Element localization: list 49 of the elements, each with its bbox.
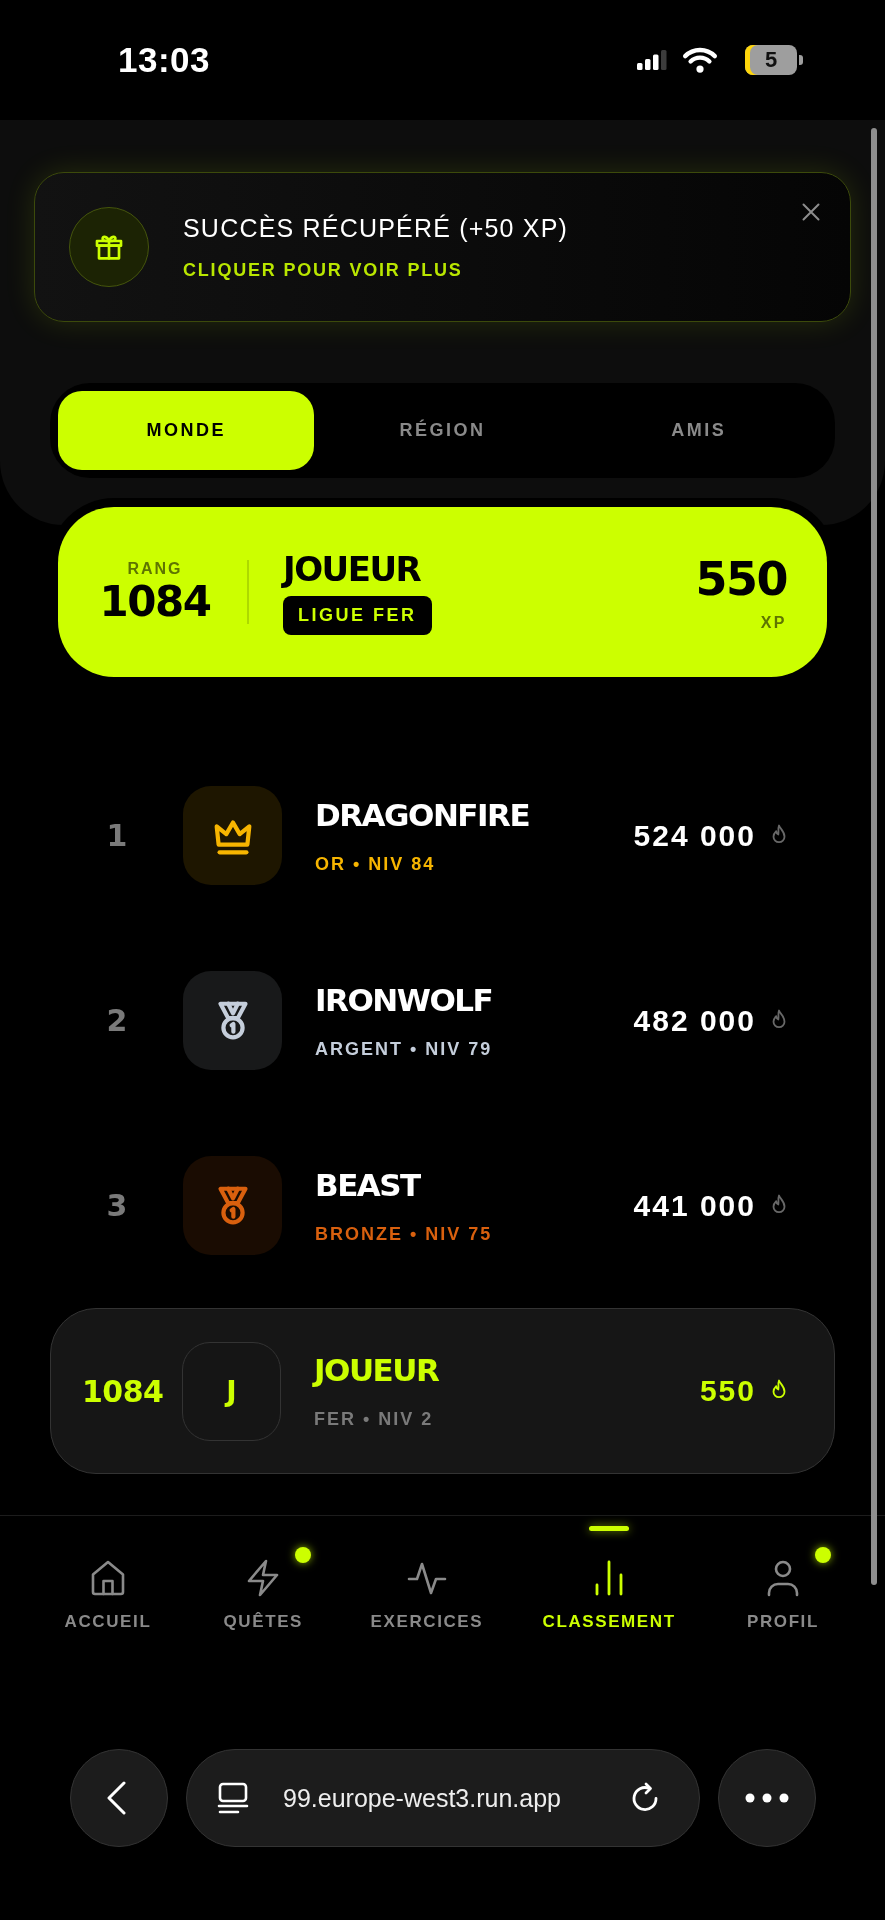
- scrollbar-thumb[interactable]: [871, 128, 877, 1585]
- crown-icon: [183, 786, 282, 885]
- rank-number: 1: [105, 818, 129, 853]
- more-icon: [745, 1793, 789, 1803]
- score-value: 524 000: [633, 818, 756, 853]
- xp-unit: XP: [760, 612, 787, 632]
- score-value: 482 000: [633, 1003, 756, 1038]
- tab[interactable]: MONDE: [58, 391, 315, 470]
- nav-tab[interactable]: PROFIL: [730, 1516, 835, 1636]
- back-icon: [106, 1781, 126, 1815]
- medal-icon: [183, 1156, 282, 1255]
- player-name: BEAST: [315, 1166, 420, 1203]
- player-meta: OR • NIV 84: [315, 852, 436, 875]
- rank-label: RANG: [127, 558, 183, 578]
- score-value: 441 000: [633, 1188, 756, 1223]
- league-badge: LIGUE FER: [283, 595, 432, 635]
- nav-tab[interactable]: EXERCICES: [366, 1516, 488, 1636]
- rank-number: 3: [105, 1188, 129, 1223]
- player-meta: BRONZE • NIV 75: [315, 1222, 493, 1245]
- rank-number: 2: [105, 1003, 129, 1038]
- toast-title: SUCCÈS RÉCUPÉRÉ (+50 XP): [183, 213, 569, 243]
- player-meta: ARGENT • NIV 79: [315, 1037, 493, 1060]
- url-text: 99.europe-west3.run.app: [283, 1783, 562, 1813]
- tabs-icon: [217, 1782, 249, 1814]
- avatar-initial: J: [182, 1341, 281, 1441]
- signal-icon: [637, 50, 667, 70]
- tab[interactable]: AMIS: [570, 391, 827, 470]
- wifi-icon: [681, 46, 719, 74]
- rank-value: 1084: [99, 577, 211, 626]
- player-name: JOUEUR: [283, 549, 421, 588]
- rank-number: 1084: [82, 1373, 165, 1409]
- active-indicator: [589, 1526, 630, 1531]
- player-name: DRAGONFIRE: [315, 796, 530, 833]
- address-bar[interactable]: 99.europe-west3.run.app: [186, 1749, 700, 1847]
- score-value: 550: [699, 1374, 756, 1408]
- tab[interactable]: RÉGION: [314, 391, 571, 470]
- battery-indicator: 5: [745, 45, 803, 75]
- nav-tab[interactable]: QUÊTES: [211, 1516, 316, 1636]
- player-meta: FER • NIV 2: [314, 1408, 434, 1430]
- xp-value: 550: [695, 552, 787, 605]
- medal-icon: [183, 971, 282, 1070]
- player-name: IRONWOLF: [315, 981, 493, 1018]
- toast-action[interactable]: CLIQUER POUR VOIR PLUS: [183, 259, 463, 281]
- nav-tab[interactable]: ACCUEIL: [56, 1516, 160, 1636]
- status-time: 13:03: [118, 40, 211, 80]
- player-name: JOUEUR: [314, 1352, 439, 1388]
- close-icon[interactable]: [802, 203, 820, 221]
- achievement-toast[interactable]: SUCCÈS RÉCUPÉRÉ (+50 XP) CLIQUER POUR VOIR PLUS: [34, 172, 851, 322]
- nav-tab[interactable]: CLASSEMENT: [538, 1516, 680, 1636]
